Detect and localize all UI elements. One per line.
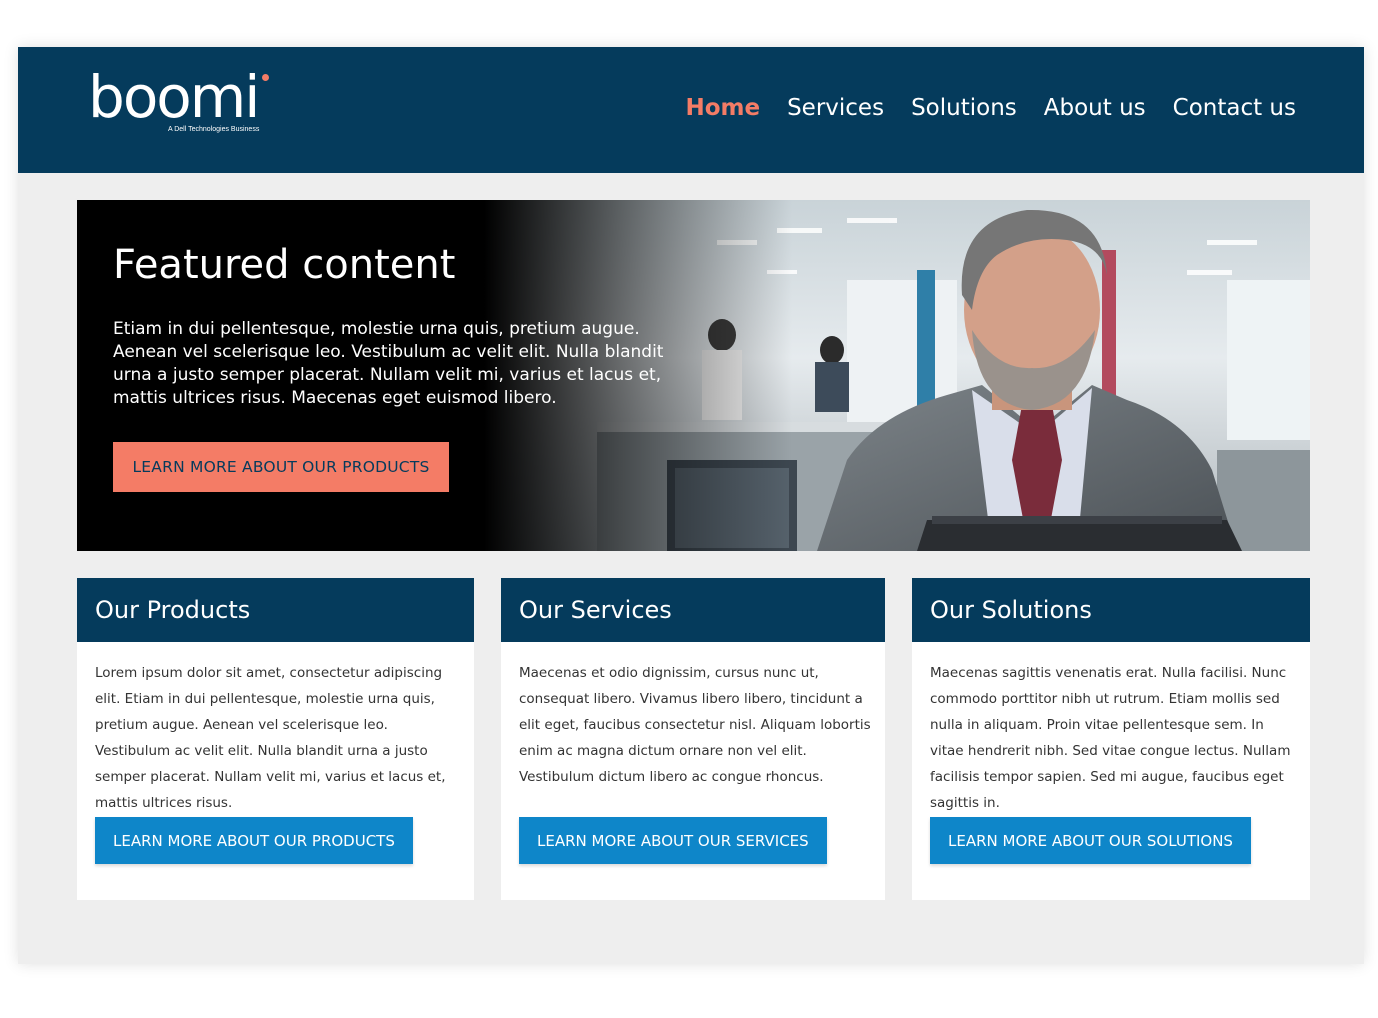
card-title: Our Products <box>77 578 474 642</box>
learn-more-services-button[interactable]: LEARN MORE ABOUT OUR SERVICES <box>519 817 827 864</box>
hero-learn-more-products-button[interactable]: LEARN MORE ABOUT OUR PRODUCTS <box>113 442 449 492</box>
card-our-products: Our Products Lorem ipsum dolor sit amet,… <box>77 578 474 900</box>
learn-more-products-button[interactable]: LEARN MORE ABOUT OUR PRODUCTS <box>95 817 413 864</box>
nav-item-about-us[interactable]: About us <box>1044 95 1146 121</box>
nav-item-solutions[interactable]: Solutions <box>911 95 1017 121</box>
nav-item-contact-us[interactable]: Contact us <box>1173 95 1296 121</box>
boomi-logo[interactable]: boomi A Dell Technologies Business <box>88 65 278 137</box>
featured-hero: Featured content Etiam in dui pellentesq… <box>77 200 1310 551</box>
logo-dot <box>262 74 269 81</box>
page-frame: boomi A Dell Technologies Business Home … <box>18 47 1364 964</box>
card-text: Maecenas sagittis venenatis erat. Nulla … <box>930 665 1291 811</box>
site-header: boomi A Dell Technologies Business Home … <box>18 47 1364 173</box>
card-our-services: Our Services Maecenas et odio dignissim,… <box>501 578 885 900</box>
logo-tagline: A Dell Technologies Business <box>168 126 260 133</box>
card-text: Lorem ipsum dolor sit amet, consectetur … <box>95 665 446 811</box>
learn-more-solutions-button[interactable]: LEARN MORE ABOUT OUR SOLUTIONS <box>930 817 1251 864</box>
hero-description: Etiam in dui pellentesque, molestie urna… <box>113 319 664 408</box>
main-nav: Home Services Solutions About us Contact… <box>685 95 1296 121</box>
hero-title: Featured content <box>113 242 456 288</box>
card-our-solutions: Our Solutions Maecenas sagittis venenati… <box>912 578 1310 900</box>
card-text: Maecenas et odio dignissim, cursus nunc … <box>519 665 871 785</box>
card-title: Our Services <box>501 578 885 642</box>
nav-item-home[interactable]: Home <box>685 95 760 121</box>
logo-wordmark: boomi <box>88 63 260 131</box>
card-title: Our Solutions <box>912 578 1310 642</box>
nav-item-services[interactable]: Services <box>787 95 884 121</box>
